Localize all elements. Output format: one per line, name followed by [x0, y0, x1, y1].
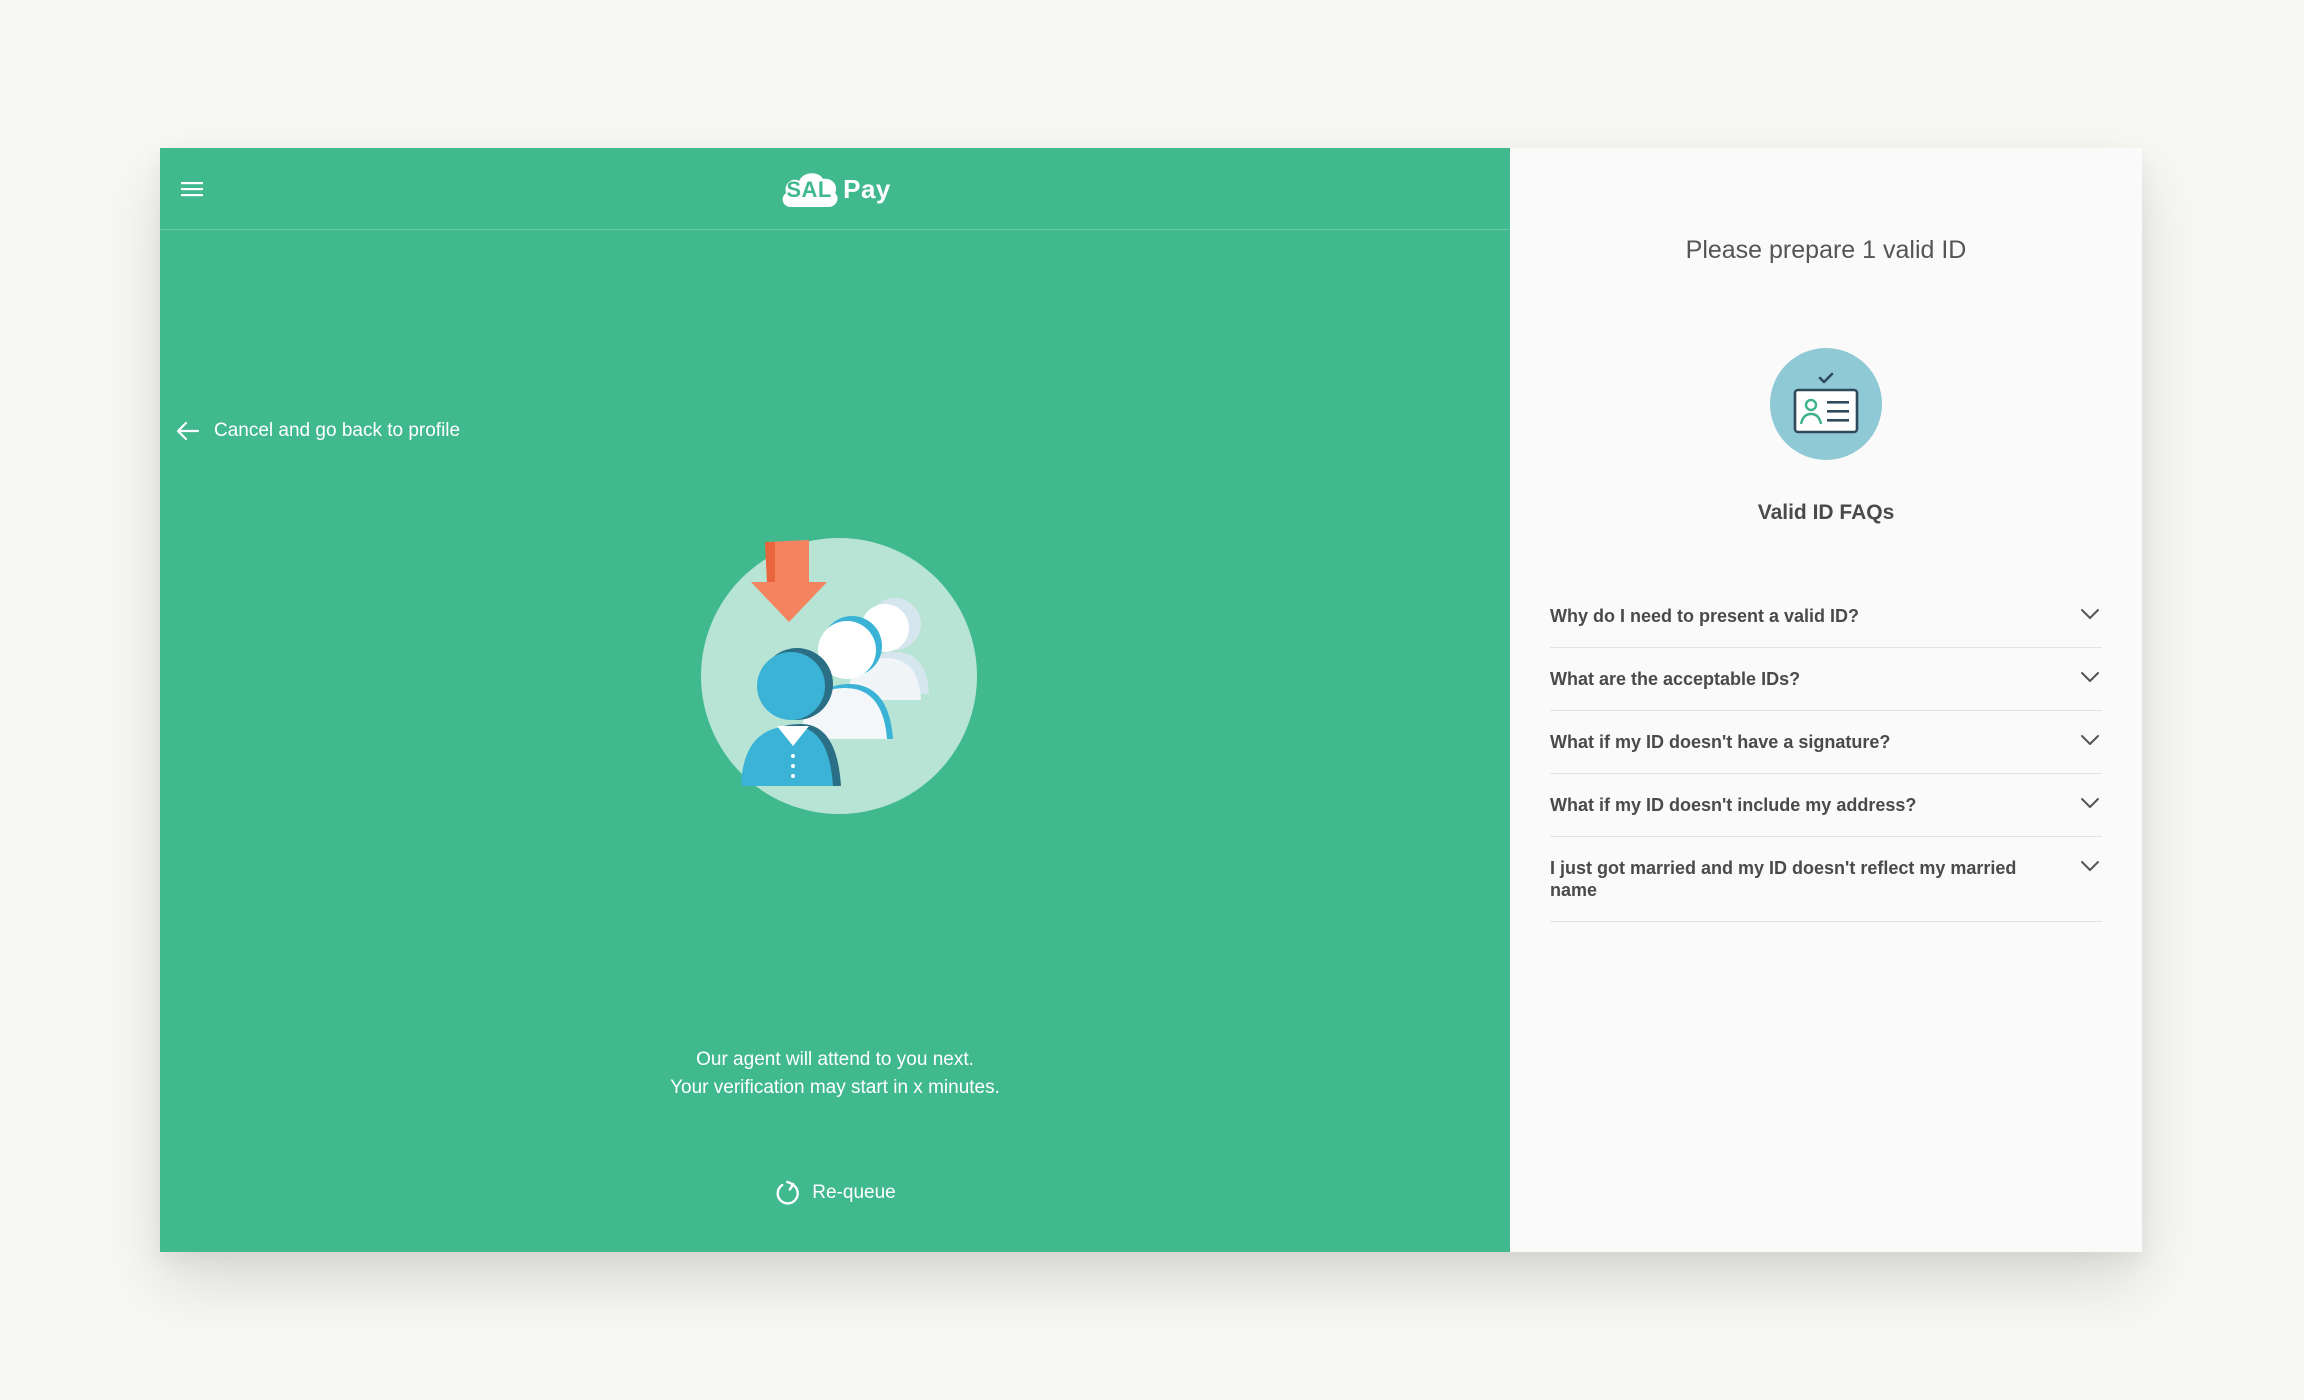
faq-question: What are the acceptable IDs?	[1550, 669, 1801, 689]
queue-message: Our agent will attend to you next. Your …	[160, 1046, 1510, 1102]
verification-window: SAL Pay Cancel and go back to profile Ne…	[160, 148, 2142, 1252]
menu-button[interactable]	[176, 173, 208, 205]
id-card-check-icon	[1770, 348, 1882, 460]
refresh-icon	[776, 1180, 799, 1205]
chevron-down-icon	[2081, 798, 2099, 808]
faq-item[interactable]: What if my ID doesn't include my address…	[1550, 774, 2102, 837]
salpay-logo: SAL Pay	[779, 169, 891, 209]
faq-list: Why do I need to present a valid ID? Wha…	[1550, 585, 2102, 922]
logo-cloud: SAL	[779, 169, 839, 209]
queue-message-line1: Our agent will attend to you next.	[696, 1049, 974, 1070]
faq-question: I just got married and my ID doesn't ref…	[1550, 858, 2017, 900]
chevron-down-icon	[2081, 672, 2099, 682]
faq-question: What if my ID doesn't include my address…	[1550, 795, 1917, 815]
chevron-down-icon	[2081, 861, 2099, 871]
faq-item[interactable]: What are the acceptable IDs?	[1550, 648, 2102, 711]
people-queue-illustration	[697, 534, 981, 818]
chevron-down-icon	[2081, 735, 2099, 745]
requeue-label: Re-queue	[812, 1182, 896, 1203]
faq-item[interactable]: I just got married and my ID doesn't ref…	[1550, 837, 2102, 922]
queue-panel: SAL Pay Cancel and go back to profile Ne…	[160, 148, 1510, 1252]
chevron-down-icon	[2081, 609, 2099, 619]
faq-question: Why do I need to present a valid ID?	[1550, 606, 1860, 626]
faq-item[interactable]: Why do I need to present a valid ID?	[1550, 585, 2102, 648]
faq-question: What if my ID doesn't have a signature?	[1550, 732, 1891, 752]
logo-text-pay: Pay	[843, 173, 891, 204]
arrow-left-icon	[176, 421, 200, 441]
faq-title: Valid ID FAQs	[1757, 501, 1895, 524]
faq-item[interactable]: What if my ID doesn't have a signature?	[1550, 711, 2102, 774]
requeue-button[interactable]: Re-queue	[774, 1180, 896, 1206]
top-bar: SAL Pay	[160, 148, 1510, 230]
logo-text-sal: SAL	[786, 177, 832, 202]
valid-id-panel: Please prepare 1 valid ID Valid ID FAQs …	[1510, 148, 2142, 1252]
queue-message-line2: Your verification may start in x minutes…	[670, 1077, 1000, 1098]
cancel-back-label: Cancel and go back to profile	[214, 420, 461, 441]
hamburger-icon	[181, 182, 203, 197]
cancel-back-link[interactable]: Cancel and go back to profile	[176, 420, 460, 442]
prepare-id-title: Please prepare 1 valid ID	[1685, 236, 1967, 264]
